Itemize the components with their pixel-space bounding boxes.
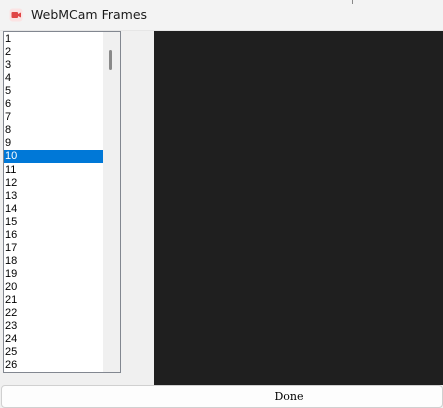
frame-preview (154, 31, 443, 385)
frame-list-item[interactable]: 18 (4, 255, 103, 268)
frame-list-item[interactable]: 17 (4, 242, 103, 255)
frame-list-item[interactable]: 13 (4, 190, 103, 203)
frame-list-item[interactable]: 21 (4, 294, 103, 307)
frame-list-item[interactable]: 3 (4, 59, 103, 72)
frame-list-item[interactable]: 9 (4, 137, 103, 150)
frame-list-item[interactable]: 12 (4, 177, 103, 190)
frame-list-item[interactable]: 25 (4, 346, 103, 359)
frame-list-item[interactable]: 11 (4, 164, 103, 177)
frame-list-item[interactable]: 24 (4, 333, 103, 346)
window-edge-marker (352, 0, 353, 4)
list-scrollbar[interactable] (103, 32, 120, 372)
frame-list-item[interactable]: 26 (4, 359, 103, 372)
frames-listbox[interactable]: 1 2 3 4 5 6 7 8 9 10 11 12 13 14 15 16 17 18 19 20 21 22 23 24 2… (3, 31, 121, 373)
frame-list-item[interactable]: 15 (4, 216, 103, 229)
frame-list-item[interactable]: 5 (4, 85, 103, 98)
frame-list-item[interactable]: 20 (4, 281, 103, 294)
frame-list-item[interactable]: 1 (4, 33, 103, 46)
frame-list-item[interactable]: 19 (4, 268, 103, 281)
scrollbar-thumb[interactable] (109, 50, 112, 70)
frame-list-item[interactable]: 16 (4, 229, 103, 242)
frame-list-item[interactable]: 2 (4, 46, 103, 59)
frame-list-item[interactable]: 14 (4, 203, 103, 216)
webmcam-camera-icon (9, 8, 23, 22)
frame-list-item[interactable]: 8 (4, 124, 103, 137)
window-title: WebMCam Frames (31, 7, 148, 22)
title-bar: WebMCam Frames (0, 0, 443, 31)
frame-list-item[interactable]: 10 (4, 150, 103, 164)
frame-list-item[interactable]: 22 (4, 307, 103, 320)
done-button[interactable]: Done (1, 385, 443, 408)
frame-list-item[interactable]: 6 (4, 98, 103, 111)
frame-list-item[interactable]: 23 (4, 320, 103, 333)
frame-list-item[interactable]: 4 (4, 72, 103, 85)
frame-list-item[interactable]: 7 (4, 111, 103, 124)
